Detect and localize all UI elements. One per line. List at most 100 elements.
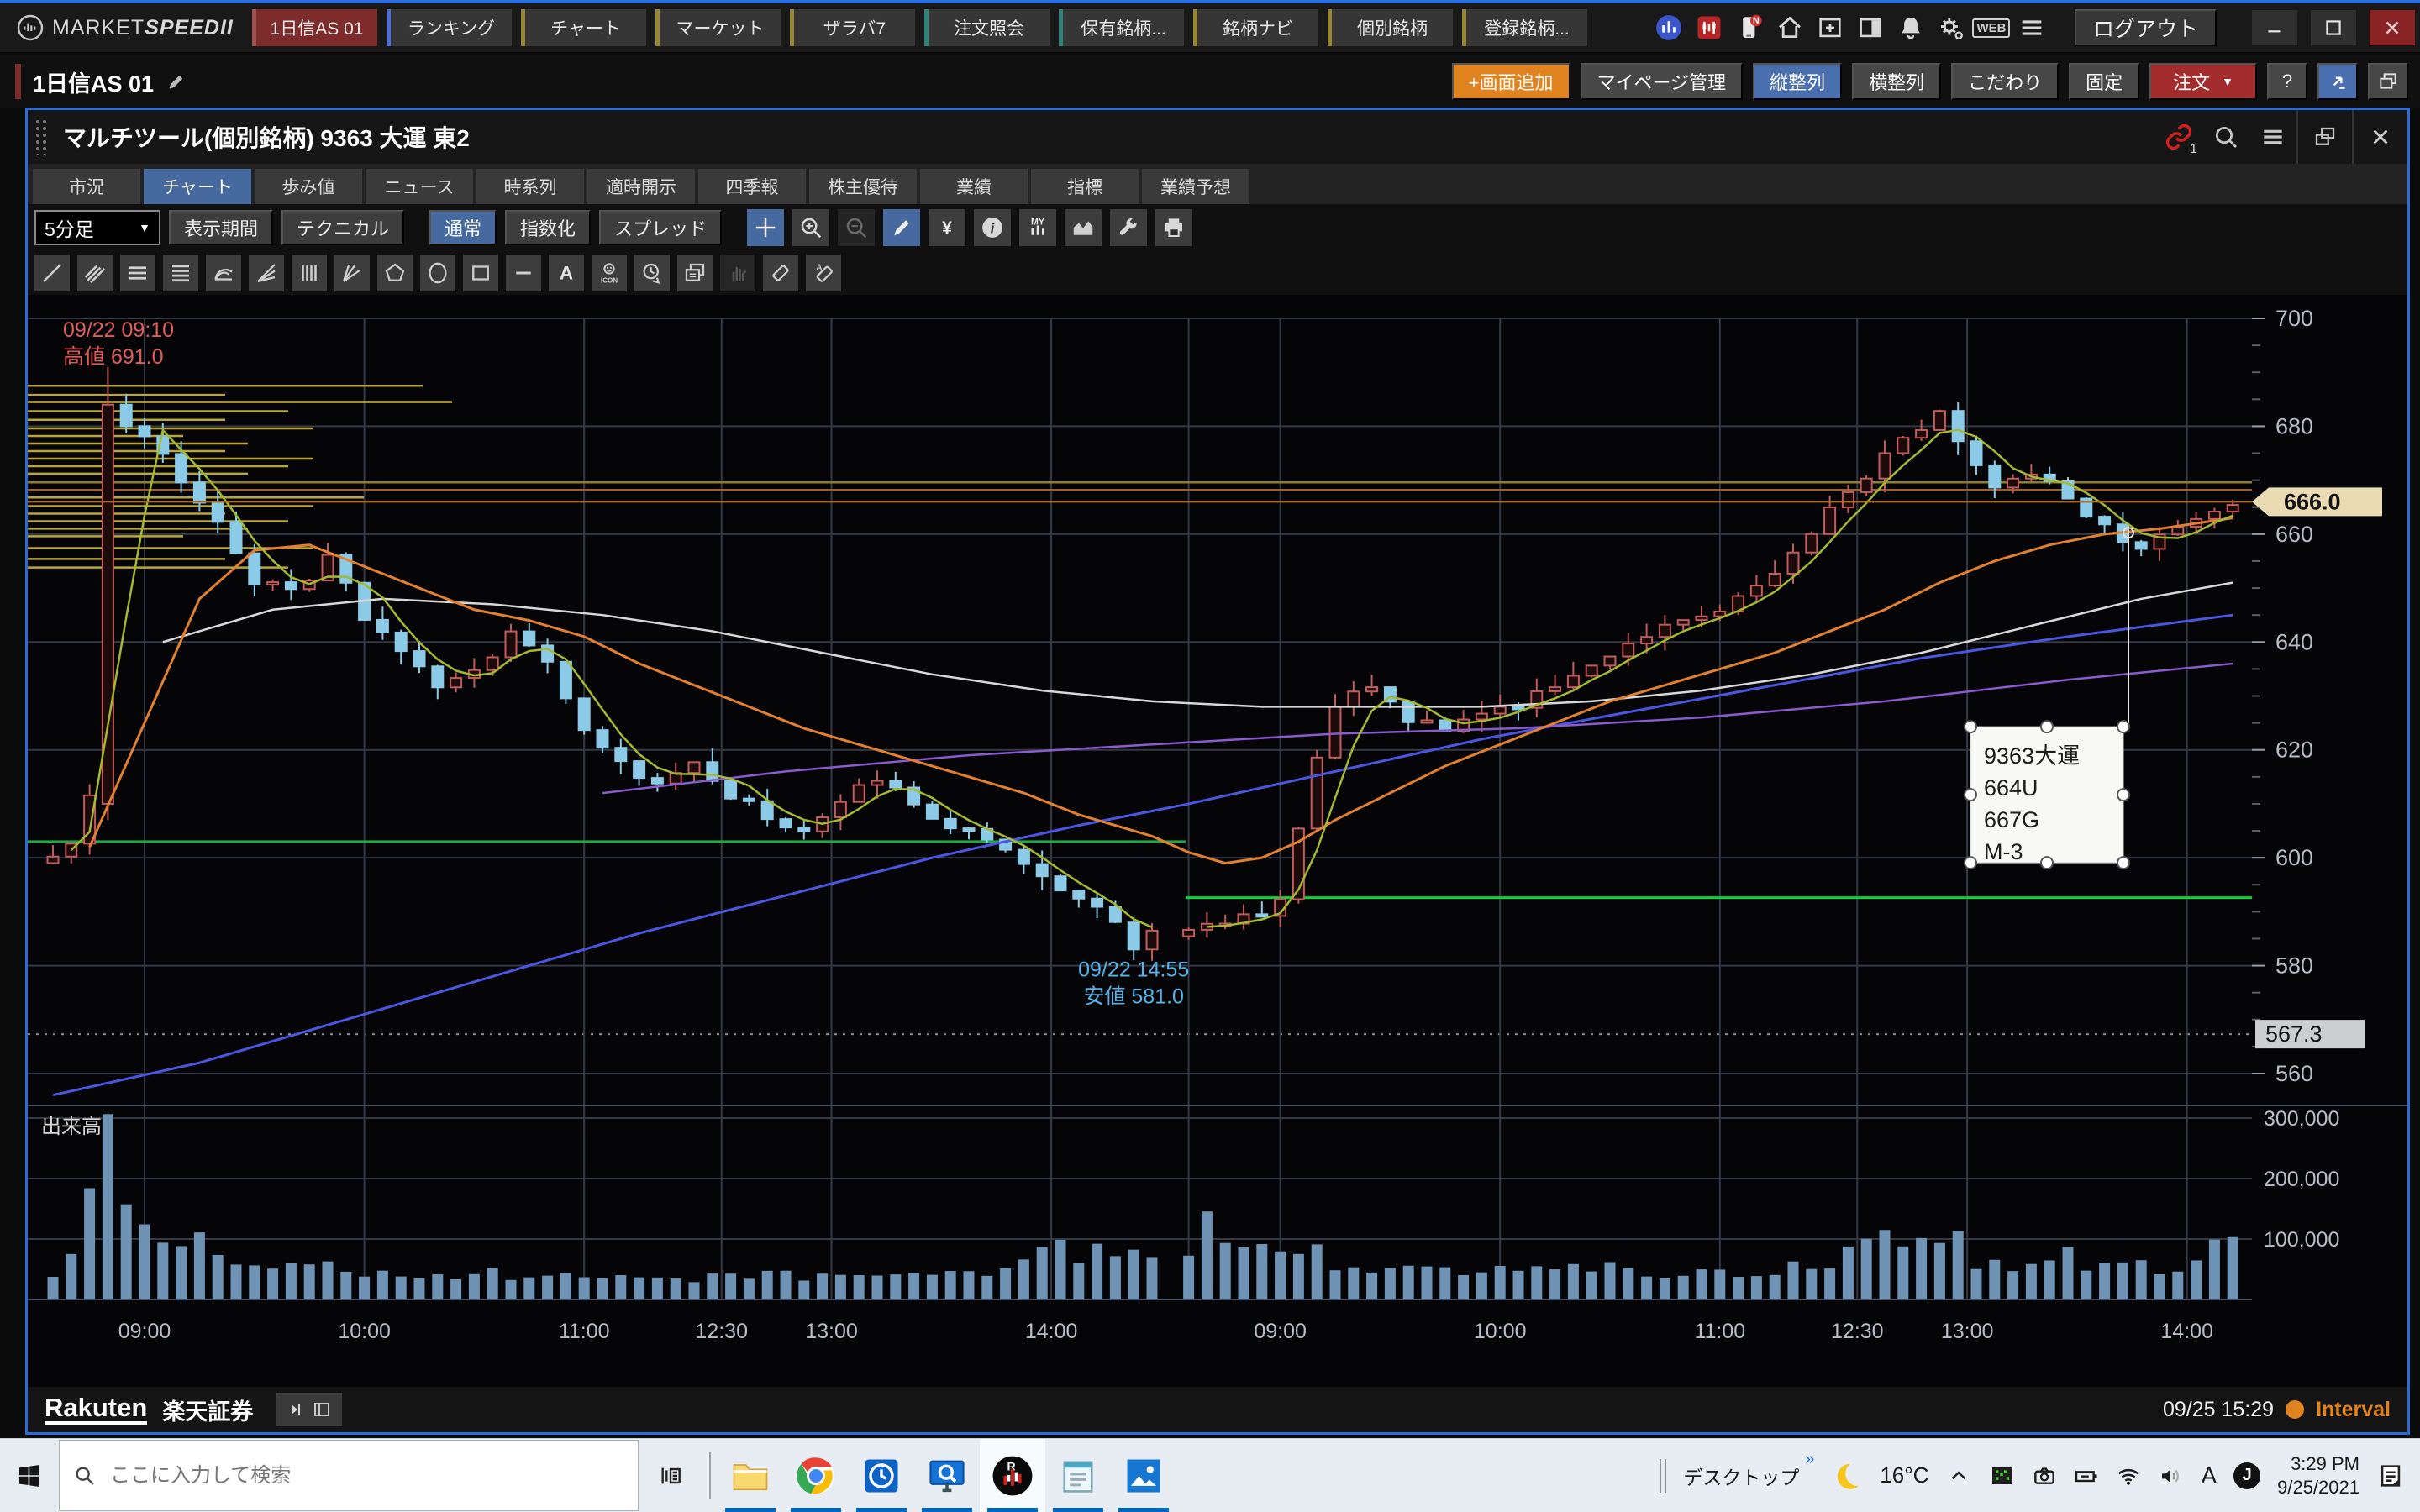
photos-app-button[interactable]: [1111, 1439, 1176, 1512]
zoom-out-button[interactable]: [838, 209, 875, 246]
window-tab-5[interactable]: 適時開示: [587, 169, 695, 204]
weather-moon-icon[interactable]: [1831, 1460, 1863, 1492]
price-chart[interactable]: 9363大運664U667GM-309/22 09:10高値 691.009/2…: [28, 295, 2407, 1387]
mail-app-button[interactable]: [849, 1439, 914, 1512]
ime-alpha-icon[interactable]: A: [2201, 1462, 2217, 1489]
tray-expand-icon[interactable]: [1945, 1462, 1972, 1489]
camera-icon[interactable]: [2031, 1462, 2058, 1489]
popout-window-button[interactable]: [2296, 110, 2352, 164]
logout-button[interactable]: ログアウト: [2075, 9, 2217, 46]
menu-icon[interactable]: [2018, 13, 2046, 42]
window-tab-1[interactable]: チャート: [144, 169, 251, 204]
wrench-button[interactable]: [1110, 209, 1147, 246]
help-button[interactable]: ?: [2267, 63, 2307, 100]
printer-button[interactable]: [1155, 209, 1192, 246]
menu-tab-7[interactable]: 銘柄ナビ: [1193, 9, 1318, 46]
eraser-all-button[interactable]: A: [806, 255, 841, 291]
time-cycle-button[interactable]: [634, 255, 670, 291]
window-tab-10[interactable]: 業績予想: [1142, 169, 1249, 204]
remote-app-button[interactable]: [914, 1439, 980, 1512]
horizontal-align-button[interactable]: 横整列: [1852, 63, 1941, 100]
eraser-button[interactable]: [763, 255, 798, 291]
window-tab-0[interactable]: 市況: [33, 169, 140, 204]
fibonacci-arc-button[interactable]: [206, 255, 241, 291]
vertical-align-button[interactable]: 縦整列: [1753, 63, 1842, 100]
taskbar-search[interactable]: [59, 1440, 639, 1511]
angle-lines-button[interactable]: [334, 255, 370, 291]
bell-icon[interactable]: [1897, 13, 1925, 42]
chevron-icon[interactable]: »: [1805, 1450, 1814, 1469]
technical-button[interactable]: テクニカル: [281, 210, 404, 245]
window-tab-8[interactable]: 業績: [920, 169, 1028, 204]
pencil-button[interactable]: [883, 209, 920, 246]
area-chart-button[interactable]: [1065, 209, 1102, 246]
duplicate-window-button[interactable]: [2368, 63, 2408, 100]
info-button[interactable]: i: [974, 209, 1011, 246]
menu-tab-9[interactable]: 登録銘柄...: [1462, 9, 1587, 46]
window-close-button[interactable]: [2352, 110, 2407, 164]
normal-mode-button[interactable]: 通常: [429, 210, 497, 245]
notification-center-icon[interactable]: [2376, 1462, 2405, 1490]
window-titlebar[interactable]: マルチツール(個別銘柄) 9363 大運 東2 1: [28, 110, 2407, 164]
zoom-in-button[interactable]: [792, 209, 829, 246]
edit-workspace-icon[interactable]: [164, 71, 186, 92]
add-screen-icon[interactable]: [1816, 13, 1844, 42]
explorer-app-button[interactable]: [718, 1439, 783, 1512]
my-indicator-button[interactable]: MY: [1019, 209, 1056, 246]
h-lines-dense-button[interactable]: [163, 255, 198, 291]
indexed-mode-button[interactable]: 指数化: [505, 210, 591, 245]
web-icon[interactable]: WEB: [1977, 13, 2006, 42]
fan-lines-button[interactable]: [249, 255, 284, 291]
chrome-app-button[interactable]: [783, 1439, 849, 1512]
menu-tab-6[interactable]: 保有銘柄...: [1059, 9, 1184, 46]
crosshair-button[interactable]: [747, 209, 784, 246]
pentagon-button[interactable]: [377, 255, 413, 291]
pixel-g-icon[interactable]: [1989, 1462, 2016, 1489]
window-tab-4[interactable]: 時系列: [476, 169, 584, 204]
window-tab-9[interactable]: 指標: [1031, 169, 1139, 204]
menu-tab-8[interactable]: 個別銘柄: [1328, 9, 1453, 46]
add-screen-button[interactable]: +画面追加: [1452, 63, 1570, 100]
temperature-label[interactable]: 16°C: [1880, 1462, 1928, 1488]
symbol-search-button[interactable]: [2202, 110, 2249, 164]
hatch-line-button[interactable]: [77, 255, 113, 291]
custom-button[interactable]: こだわり: [1951, 63, 2059, 100]
battery-icon[interactable]: [2073, 1462, 2100, 1489]
taskbar-clock[interactable]: 3:29 PM 9/25/2021: [2277, 1452, 2360, 1499]
menu-tab-0[interactable]: 1日信AS 01: [252, 9, 377, 46]
notepad-app-button[interactable]: [1045, 1439, 1111, 1512]
rectangle-button[interactable]: [463, 255, 498, 291]
link-group-button[interactable]: 1: [2155, 110, 2202, 164]
window-tab-7[interactable]: 株主優待: [809, 169, 917, 204]
trend-line-button[interactable]: [34, 255, 70, 291]
window-menu-button[interactable]: [2249, 110, 2296, 164]
side-panel-toggle-button[interactable]: [276, 1393, 342, 1426]
pointer-link-button[interactable]: [2317, 63, 2358, 100]
stamp-button[interactable]: ICON: [592, 255, 627, 291]
close-button[interactable]: [2370, 10, 2415, 45]
speaker-icon[interactable]: [2157, 1462, 2184, 1489]
display-period-button[interactable]: 表示期間: [169, 210, 273, 245]
hand-button[interactable]: [720, 255, 755, 291]
ime-japanese-icon[interactable]: J: [2233, 1462, 2260, 1489]
window-tab-6[interactable]: 四季報: [698, 169, 806, 204]
task-view-button[interactable]: [639, 1439, 702, 1512]
home-icon[interactable]: [1776, 13, 1804, 42]
order-button[interactable]: 注文▼: [2149, 63, 2257, 100]
minimize-button[interactable]: [2252, 10, 2297, 45]
window-tab-2[interactable]: 歩み値: [255, 169, 362, 204]
h-lines-button[interactable]: [120, 255, 155, 291]
chart-circle-icon[interactable]: [1655, 13, 1683, 42]
phone-alert-icon[interactable]: N: [1735, 13, 1764, 42]
search-input[interactable]: [108, 1463, 579, 1488]
desktop-toolbar-label[interactable]: デスクトップ»: [1683, 1462, 1814, 1490]
chart-candle-icon[interactable]: [1695, 13, 1723, 42]
maximize-button[interactable]: [2311, 10, 2356, 45]
timeframe-select[interactable]: 5分足▼: [34, 210, 160, 245]
text-tool-button[interactable]: A: [549, 255, 584, 291]
marketspeed-app-button[interactable]: R: [980, 1439, 1045, 1512]
menu-tab-2[interactable]: チャート: [521, 9, 646, 46]
copy-button[interactable]: [677, 255, 713, 291]
yen-button[interactable]: ¥: [929, 209, 965, 246]
panel-right-icon[interactable]: [1856, 13, 1885, 42]
